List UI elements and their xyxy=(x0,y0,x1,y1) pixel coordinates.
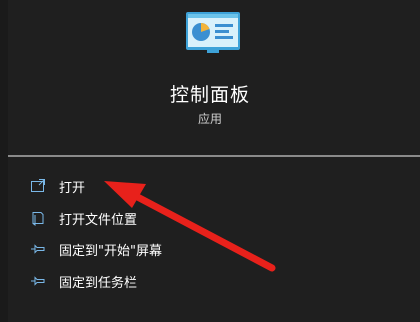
menu-item-pin-to-start[interactable]: 固定到"开始"屏幕 xyxy=(30,237,162,261)
menu-item-label: 固定到"开始"屏幕 xyxy=(59,243,162,259)
menu-item-open-file-location[interactable]: 打开文件位置 xyxy=(30,206,137,230)
control-panel-icon xyxy=(186,12,240,53)
menu-item-label: 打开文件位置 xyxy=(59,212,138,228)
menu-item-label: 打开 xyxy=(59,180,86,196)
menu-item-open[interactable]: 打开 xyxy=(30,174,85,198)
app-title: 控制面板 xyxy=(169,84,250,106)
menu-item-label: 固定到任务栏 xyxy=(59,275,138,291)
window-left-edge xyxy=(0,0,8,322)
divider xyxy=(8,155,420,157)
pin-icon xyxy=(30,273,46,289)
file-location-icon xyxy=(30,210,46,226)
app-type-label: 应用 xyxy=(197,112,222,126)
pin-icon xyxy=(30,241,46,257)
menu-item-pin-to-taskbar[interactable]: 固定到任务栏 xyxy=(30,269,137,293)
open-window-icon xyxy=(30,178,46,194)
